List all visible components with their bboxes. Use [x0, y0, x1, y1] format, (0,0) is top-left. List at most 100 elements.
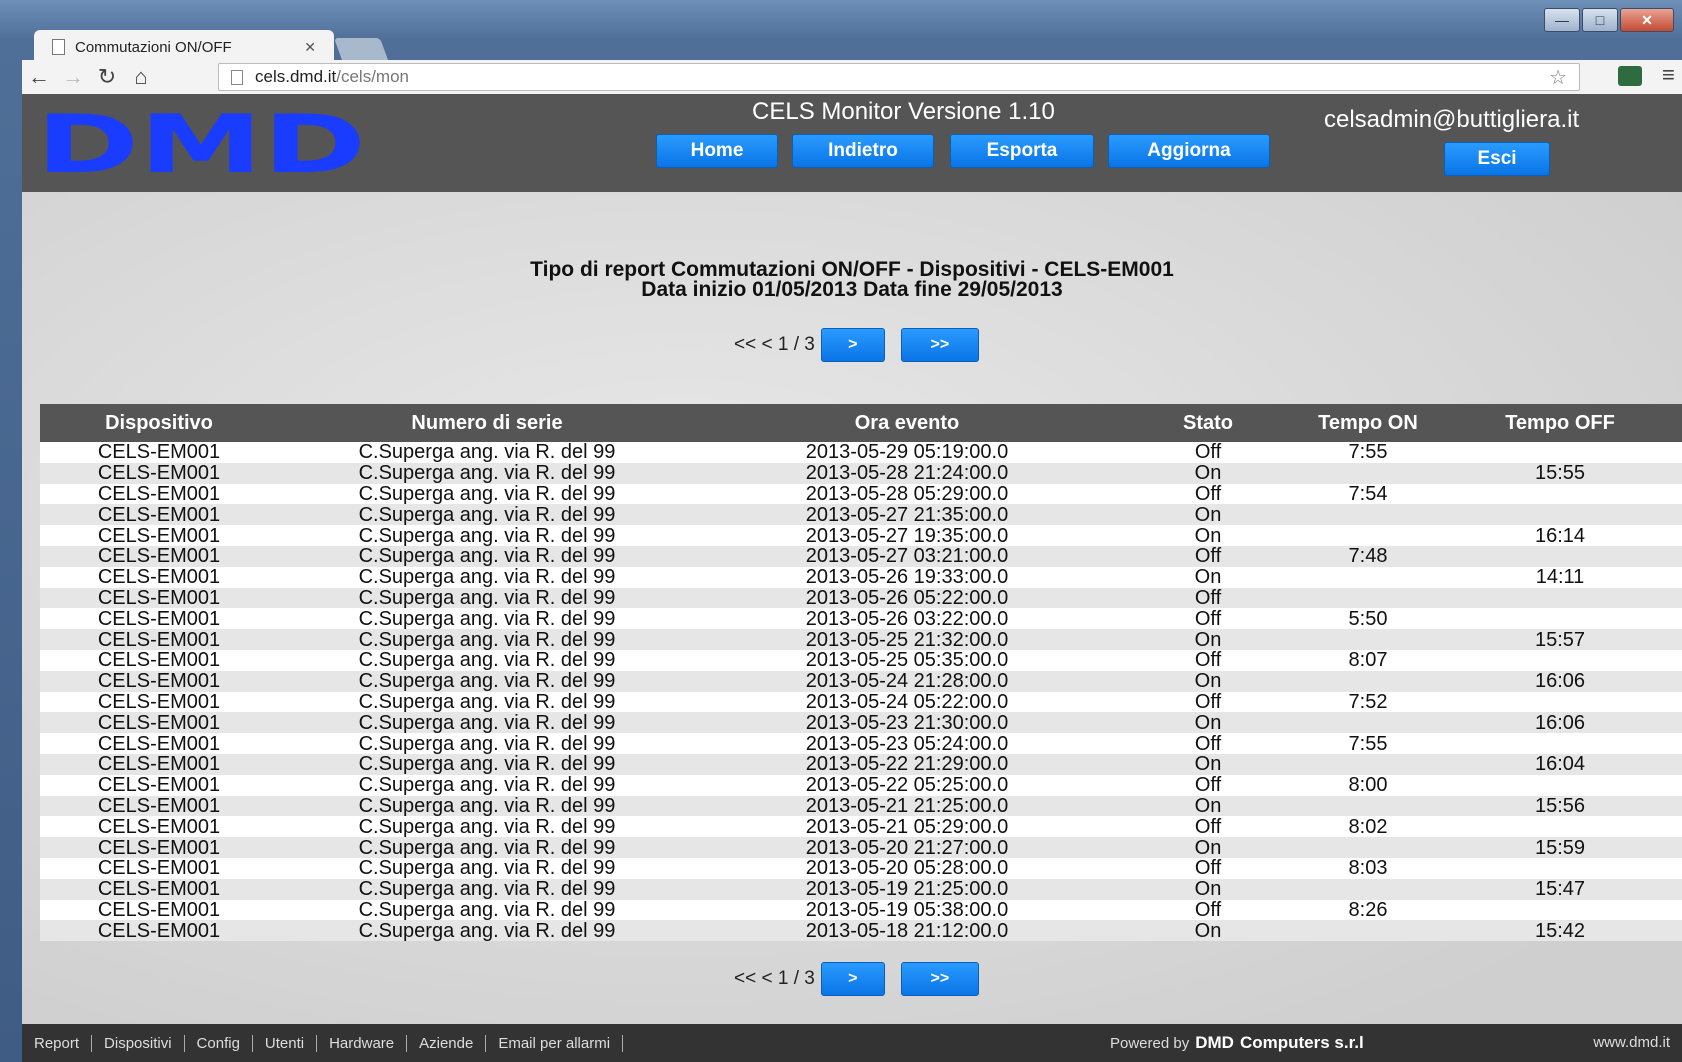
window-controls: — □ ✕ [1544, 8, 1674, 32]
back-button[interactable]: Indietro [792, 134, 934, 168]
table-row[interactable]: CELS-EM001 C.Superga ang. via R. del 99 20… [40, 462, 1682, 484]
col-event-time[interactable]: Ora evento [696, 404, 1118, 442]
table-row[interactable]: CELS-EM001 C.Superga ang. via R. del 99 20… [40, 733, 1682, 754]
table-row[interactable]: CELS-EM001 C.Superga ang. via R. del 99 20… [40, 442, 1682, 463]
table-row[interactable]: CELS-EM001 C.Superga ang. via R. del 99 20… [40, 857, 1682, 879]
home-button[interactable]: Home [656, 134, 778, 168]
cell-state: Off [1118, 691, 1298, 713]
table-row[interactable]: CELS-EM001 C.Superga ang. via R. del 99 20… [40, 504, 1682, 526]
reload-icon[interactable]: ↻ [90, 64, 124, 90]
cell-event-time: 2013-05-26 19:33:00.0 [696, 566, 1118, 588]
extension-icon[interactable] [1618, 66, 1642, 86]
new-tab-button[interactable] [333, 38, 389, 60]
cell-time-off [1438, 608, 1682, 630]
cell-event-time: 2013-05-24 21:28:00.0 [696, 670, 1118, 692]
table-row[interactable]: CELS-EM001 C.Superga ang. via R. del 99 20… [40, 670, 1682, 692]
cell-serial: C.Superga ang. via R. del 99 [278, 629, 696, 650]
col-time-on[interactable]: Tempo ON [1298, 404, 1438, 442]
table-row[interactable]: CELS-EM001 C.Superga ang. via R. del 99 20… [40, 878, 1682, 900]
table-row[interactable]: CELS-EM001 C.Superga ang. via R. del 99 20… [40, 920, 1682, 942]
table-row[interactable]: CELS-EM001 C.Superga ang. via R. del 99 20… [40, 483, 1682, 505]
table-row[interactable]: CELS-EM001 C.Superga ang. via R. del 99 20… [40, 608, 1682, 630]
cell-time-off [1438, 442, 1682, 463]
cell-time-off: 15:55 [1438, 462, 1682, 484]
cell-event-time: 2013-05-28 05:29:00.0 [696, 483, 1118, 505]
cell-time-on: 8:02 [1298, 816, 1438, 838]
pager-label[interactable]: << < 1 / 3 [734, 968, 815, 990]
table-row[interactable]: CELS-EM001 C.Superga ang. via R. del 99 20… [40, 837, 1682, 858]
cell-time-off [1438, 545, 1682, 567]
cell-state: On [1118, 462, 1298, 484]
cell-serial: C.Superga ang. via R. del 99 [278, 462, 696, 484]
table-row[interactable]: CELS-EM001 C.Superga ang. via R. del 99 20… [40, 816, 1682, 838]
table-row[interactable]: CELS-EM001 C.Superga ang. via R. del 99 20… [40, 566, 1682, 588]
footer-link-devices[interactable]: Dispositivi [92, 1034, 185, 1052]
footer-site-link[interactable]: www.dmd.it [1593, 1034, 1670, 1051]
back-arrow-icon[interactable]: ← [22, 64, 56, 90]
table-row[interactable]: CELS-EM001 C.Superga ang. via R. del 99 20… [40, 712, 1682, 734]
cell-state: Off [1118, 545, 1298, 567]
cell-event-time: 2013-05-18 21:12:00.0 [696, 920, 1118, 942]
browser-tab[interactable]: Commutazioni ON/OFF ✕ [34, 30, 334, 64]
cell-device: CELS-EM001 [40, 878, 278, 900]
cell-time-off: 15:47 [1438, 878, 1682, 900]
table-body: CELS-EM001 C.Superga ang. via R. del 99 20… [40, 442, 1682, 942]
export-button[interactable]: Esporta [950, 134, 1094, 168]
browser-toolbar: ← → ↻ ⌂ cels.dmd.it/cels/mon ☆ ≡ [22, 60, 1682, 94]
footer-link-alarm-email[interactable]: Email per allarmi [486, 1034, 624, 1052]
address-bar[interactable]: cels.dmd.it/cels/mon ☆ [218, 63, 1580, 91]
footer-link-report[interactable]: Report [22, 1034, 93, 1052]
cell-serial: C.Superga ang. via R. del 99 [278, 483, 696, 505]
col-device[interactable]: Dispositivo [40, 404, 278, 442]
cell-event-time: 2013-05-22 21:29:00.0 [696, 753, 1118, 775]
close-tab-icon[interactable]: ✕ [304, 39, 316, 56]
cell-serial: C.Superga ang. via R. del 99 [278, 525, 696, 546]
cell-device: CELS-EM001 [40, 504, 278, 526]
cell-device: CELS-EM001 [40, 899, 278, 921]
pager-label[interactable]: << < 1 / 3 [734, 334, 815, 356]
table-row[interactable]: CELS-EM001 C.Superga ang. via R. del 99 20… [40, 753, 1682, 775]
refresh-button[interactable]: Aggiorna [1108, 134, 1270, 168]
last-page-button[interactable]: >> [900, 962, 979, 996]
footer-link-hardware[interactable]: Hardware [317, 1034, 408, 1052]
home-icon[interactable]: ⌂ [124, 64, 158, 90]
cell-time-on [1298, 920, 1438, 942]
cell-serial: C.Superga ang. via R. del 99 [278, 857, 696, 879]
table-row[interactable]: CELS-EM001 C.Superga ang. via R. del 99 20… [40, 795, 1682, 817]
cell-time-off: 14:11 [1438, 566, 1682, 588]
footer-link-companies[interactable]: Aziende [407, 1034, 487, 1052]
table-row[interactable]: CELS-EM001 C.Superga ang. via R. del 99 20… [40, 525, 1682, 546]
bookmark-star-icon[interactable]: ☆ [1549, 65, 1567, 90]
cell-time-on [1298, 878, 1438, 900]
table-row[interactable]: CELS-EM001 C.Superga ang. via R. del 99 20… [40, 899, 1682, 921]
table-row[interactable]: CELS-EM001 C.Superga ang. via R. del 99 20… [40, 691, 1682, 713]
col-serial[interactable]: Numero di serie [278, 404, 696, 442]
cell-state: Off [1118, 608, 1298, 630]
forward-arrow-icon[interactable]: → [56, 64, 90, 90]
cell-device: CELS-EM001 [40, 857, 278, 879]
table-row[interactable]: CELS-EM001 C.Superga ang. via R. del 99 20… [40, 629, 1682, 650]
menu-icon[interactable]: ≡ [1662, 62, 1675, 88]
col-state[interactable]: Stato [1118, 404, 1298, 442]
close-window-icon[interactable]: ✕ [1620, 8, 1674, 32]
table-row[interactable]: CELS-EM001 C.Superga ang. via R. del 99 20… [40, 587, 1682, 609]
col-time-off[interactable]: Tempo OFF [1438, 404, 1682, 442]
footer-link-users[interactable]: Utenti [253, 1034, 318, 1052]
next-page-button[interactable]: > [820, 962, 885, 996]
maximize-icon[interactable]: □ [1582, 8, 1618, 32]
cell-serial: C.Superga ang. via R. del 99 [278, 566, 696, 588]
table-row[interactable]: CELS-EM001 C.Superga ang. via R. del 99 20… [40, 545, 1682, 567]
footer-link-config[interactable]: Config [185, 1034, 253, 1052]
minimize-icon[interactable]: — [1544, 8, 1580, 32]
cell-state: On [1118, 504, 1298, 526]
cell-event-time: 2013-05-19 05:38:00.0 [696, 899, 1118, 921]
logout-button[interactable]: Esci [1444, 142, 1550, 176]
cell-state: On [1118, 837, 1298, 858]
cell-time-on: 8:07 [1298, 649, 1438, 671]
table-row[interactable]: CELS-EM001 C.Superga ang. via R. del 99 20… [40, 774, 1682, 796]
cell-device: CELS-EM001 [40, 712, 278, 734]
last-page-button[interactable]: >> [900, 328, 979, 362]
table-row[interactable]: CELS-EM001 C.Superga ang. via R. del 99 20… [40, 649, 1682, 671]
page-icon [52, 39, 65, 55]
next-page-button[interactable]: > [820, 328, 885, 362]
